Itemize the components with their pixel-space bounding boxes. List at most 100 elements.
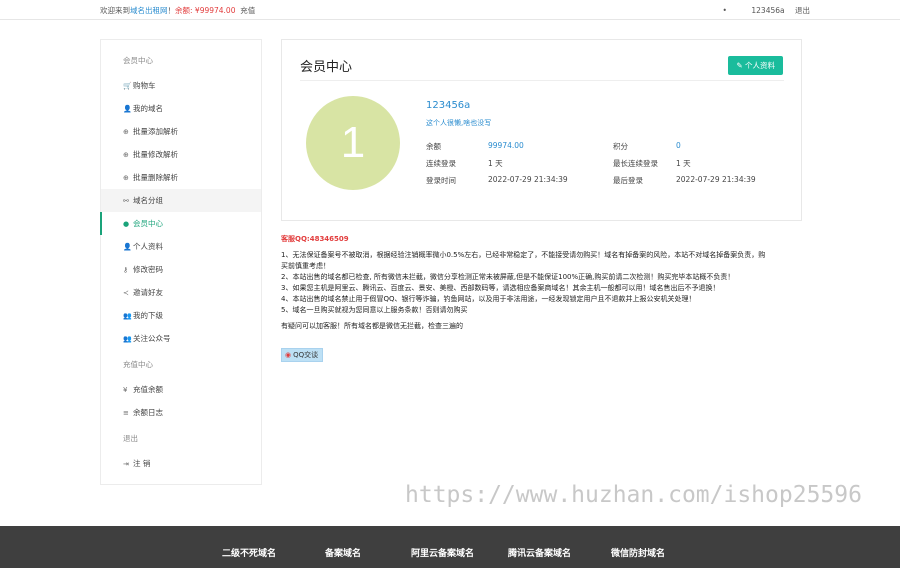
footer: 二级不死域名 备案域名 阿里云备案域名 腾讯云备案域名 微信防封域名 [0,526,900,568]
qq-icon: ◉ [285,351,292,359]
user-links: • 123456a 退出 [715,5,810,16]
footer-link[interactable]: 腾讯云备案域名 [508,546,571,559]
recharge-link[interactable]: 充值 [240,6,255,15]
sidebar-item[interactable]: 👥我的下级 [101,304,261,327]
notice-line: 买前慎重考虑！ [281,262,330,270]
top-bar: 欢迎来到域名出租网！余额: ¥99974.00 充值 • 123456a 退出 [0,0,900,20]
footer-link[interactable]: 二级不死域名 [222,546,276,559]
pencil-icon: ✎ [736,61,745,70]
notice-line: 1、无法保证备案号不被取消，根据经验注销概率微小0.5%左右，已经非常稳定了，不… [281,251,766,259]
share-icon: ≺ [123,289,129,297]
notice-tip: 有疑问可以加客服！所有域名都是微信无拦截，检查三遍的 [281,322,463,330]
login-time-value: 2022-07-29 21:34:39 [488,175,568,184]
avatar: 1 [306,96,400,190]
last-login-label: 最后登录 [613,176,643,185]
sidebar-item-label: 注 销 [133,459,151,468]
team-icon: 👥 [123,312,132,320]
sidebar-item[interactable]: ⊕ 批量添加解析 [101,120,261,143]
login-time-label: 登录时间 [426,176,456,185]
balance-stat-label: 余额 [426,142,441,151]
points-stat-label: 积分 [613,142,628,151]
qq-chat-button[interactable]: ◉ QQ交谈 [281,348,324,362]
sidebar-item[interactable]: ⊕ 批量修改解析 [101,143,261,166]
notice-section: 客服QQ:48346509 1、无法保证备案号不被取消，根据经验注销概率微小0.… [281,234,801,332]
profile-icon: 👤 [123,243,132,251]
group-icon: ⚯ [123,197,129,205]
sidebar-heading-recharge: 充值中心 [123,360,153,369]
list-icon: ≡ [123,409,129,417]
sidebar-heading-exit: 退出 [123,434,138,443]
sidebar: 会员中心 🛒购物车 👤我的域名 ⊕ 批量添加解析 ⊕ 批量修改解析 ⊕ 批量删除解析 ⚯ 域名分组… [100,39,262,485]
sidebar-item[interactable]: ⇥ 注 销 [101,452,261,475]
sidebar-item-label: 充值余额 [133,385,163,394]
username-link[interactable]: 123456a [751,6,784,15]
login-days-label: 连续登录 [426,159,456,168]
sidebar-item-label: 域名分组 [133,196,163,205]
logout-link[interactable]: 退出 [795,6,810,15]
footer-link[interactable]: 阿里云备案域名 [411,546,474,559]
sidebar-item-label: 会员中心 [133,219,163,228]
sidebar-item[interactable]: ⚯ 域名分组 [101,189,261,212]
sidebar-item-label: 个人资料 [133,242,163,251]
sidebar-item[interactable]: ⊕ 批量删除解析 [101,166,261,189]
key-icon: ⚷ [123,266,129,274]
sidebar-item-label: 余额日志 [133,408,163,417]
bullet-icon: • [722,6,727,15]
member-icon: ● [123,220,130,228]
watermark: https://www.huzhan.com/ishop25596 [405,482,862,508]
sidebar-item-label: 邀请好友 [133,288,163,297]
qq-chat-label: QQ交谈 [293,351,319,359]
sidebar-item[interactable]: 👥关注公众号 [101,327,261,350]
longest-login-value: 1 天 [676,159,691,168]
sidebar-item-label: 关注公众号 [133,334,171,343]
sidebar-item-label: 我的下级 [133,311,163,320]
balance-label: 余额: ¥ [175,6,200,15]
site-link[interactable]: 域名出租网 [130,6,168,15]
divider [300,80,784,81]
notice-line: 5、域名一旦购买就视为您同意以上服务条款！否则请勿购买 [281,306,468,314]
profile-username[interactable]: 123456a [426,100,470,111]
balance-value: 99974.00 [199,6,236,15]
profile-signature: 这个人很懒,啥也没写 [426,119,492,127]
yen-icon: ¥ [123,386,128,394]
logout-icon: ⇥ [123,460,129,468]
footer-link[interactable]: 微信防封域名 [611,546,665,559]
notice-line: 3、如果您主机是阿里云、腾讯云、百度云、景安、美橙、西部数码等，请选相应备案商域… [281,284,720,292]
footer-link[interactable]: 备案域名 [325,546,361,559]
sidebar-item[interactable]: 🛒购物车 [101,74,261,97]
sidebar-heading-member: 会员中心 [123,56,153,65]
points-stat-value: 0 [676,141,681,150]
sidebar-item-label: 我的域名 [133,104,163,113]
sidebar-item-label: 批量添加解析 [133,127,178,136]
login-days-value: 1 天 [488,159,503,168]
welcome-text: 欢迎来到 [100,6,130,15]
edit-icon: ⊕ [123,151,129,159]
sidebar-item[interactable]: ⚷ 修改密码 [101,258,261,281]
sidebar-item-label: 修改密码 [133,265,163,274]
wechat-icon: 👥 [123,335,132,343]
profile-button-label: 个人资料 [745,61,775,70]
sidebar-item[interactable]: ≡ 余额日志 [101,401,261,424]
cart-icon: 🛒 [123,82,132,90]
longest-login-label: 最长连续登录 [613,159,658,168]
sidebar-item-label: 购物车 [133,81,156,90]
member-card: 会员中心 ✎ 个人资料 1 123456a 这个人很懒,啥也没写 余额 9997… [281,39,802,221]
sidebar-item-label: 批量删除解析 [133,173,178,182]
notice-line: 2、本站出售的域名都已检查, 所有微信未拦截，微信分享检测正常未被屏蔽,但是不能… [281,273,735,281]
customer-service-qq: 客服QQ:48346509 [281,235,349,243]
last-login-value: 2022-07-29 21:34:39 [676,175,756,184]
sidebar-item[interactable]: 👤个人资料 [101,235,261,258]
page-title: 会员中心 [300,60,353,75]
delete-icon: ⊕ [123,174,129,182]
sidebar-item[interactable]: ● 会员中心 [100,212,261,235]
add-icon: ⊕ [123,128,129,136]
user-icon: 👤 [123,105,132,113]
welcome-message: 欢迎来到域名出租网！余额: ¥99974.00 充值 [100,5,255,16]
sidebar-item[interactable]: 👤我的域名 [101,97,261,120]
sidebar-item[interactable]: ≺ 邀请好友 [101,281,261,304]
balance-stat-value: 99974.00 [488,141,524,150]
profile-button[interactable]: ✎ 个人资料 [728,56,783,75]
notice-line: 4、本站出售的域名禁止用于假冒QQ、银行等诈骗，钓鱼网站，以及用于非法用途，一经… [281,295,696,303]
welcome-end: ！ [167,6,176,15]
sidebar-item[interactable]: ¥ 充值余额 [101,378,261,401]
